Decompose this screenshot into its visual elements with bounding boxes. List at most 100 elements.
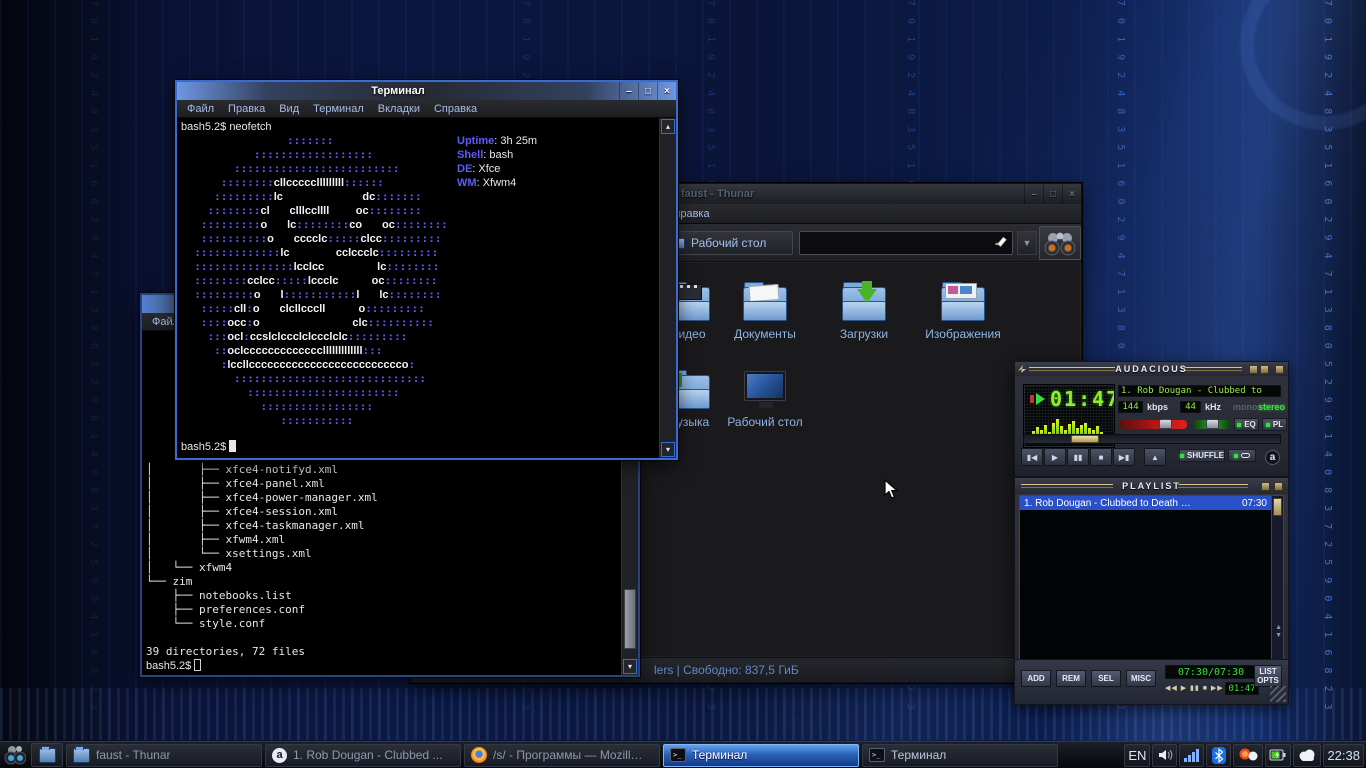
- playlist-scroll-arrows[interactable]: ▲ ▼: [1275, 624, 1282, 640]
- audacious-playlist-window: PLAYLIST 1. Rob Dougan - Clubbed to Deat…: [1014, 477, 1289, 705]
- pause-indicator: [1030, 395, 1034, 403]
- minimize-button[interactable]: –: [619, 82, 638, 100]
- playlist-entry[interactable]: 1. Rob Dougan - Clubbed to Death … 07:30: [1020, 496, 1271, 510]
- transport-controls: ▮◀ ▶ ▮▮ ■ ▶▮ ▲: [1021, 448, 1166, 466]
- scroll-down-icon[interactable]: ▾: [623, 659, 637, 674]
- bluetooth-tray-item[interactable]: [1206, 743, 1232, 767]
- minimize-button[interactable]: –: [1024, 184, 1043, 204]
- resize-grip[interactable]: [1270, 686, 1286, 702]
- close-button[interactable]: [1274, 482, 1283, 491]
- seek-bar[interactable]: [1023, 434, 1281, 444]
- titlebar-ornament: [1178, 484, 1248, 488]
- samplerate-display: 44: [1180, 401, 1201, 413]
- menu-file[interactable]: Файл: [181, 102, 220, 116]
- menu-terminal[interactable]: Терминал: [307, 102, 370, 116]
- network-tray-item[interactable]: [1179, 743, 1205, 767]
- file-manager-launcher[interactable]: [31, 743, 63, 767]
- menu-edit[interactable]: Правка: [222, 102, 271, 116]
- maximize-button[interactable]: □: [638, 82, 657, 100]
- neofetch-info: Uptime: 3h 25m Shell: bash DE: Xfce WM: …: [457, 135, 538, 189]
- audacious-titlebar[interactable]: AUDACIOUS: [1015, 362, 1288, 376]
- path-input[interactable]: [799, 231, 1013, 255]
- bitrate-display: 144: [1118, 401, 1143, 413]
- search-button[interactable]: [1039, 226, 1081, 260]
- shade-button[interactable]: [1260, 365, 1269, 374]
- close-button[interactable]: ×: [1062, 184, 1081, 204]
- keyboard-layout-indicator[interactable]: EN: [1124, 743, 1151, 767]
- scroll-up-icon[interactable]: ▴: [661, 119, 675, 134]
- location-button[interactable]: Рабочий стол: [661, 231, 793, 255]
- task-terminal[interactable]: >_ Терминал: [862, 743, 1058, 767]
- pause-button[interactable]: ▮▮: [1067, 448, 1089, 466]
- menu-view[interactable]: Вид: [273, 102, 305, 116]
- volume-thumb[interactable]: [1159, 419, 1172, 429]
- close-button[interactable]: [1275, 365, 1284, 374]
- scroll-down-icon[interactable]: ▾: [661, 442, 675, 457]
- equalizer-button[interactable]: EQ: [1234, 418, 1259, 431]
- volume-slider[interactable]: [1119, 419, 1187, 429]
- list-options-button[interactable]: LIST OPTS: [1254, 665, 1282, 687]
- lamp-icon: [1239, 748, 1258, 761]
- shuffle-button[interactable]: SHUFFLE: [1179, 449, 1225, 462]
- previous-button[interactable]: ▮◀: [1021, 448, 1043, 466]
- stop-button[interactable]: ■: [1090, 448, 1112, 466]
- playlist-titlebar[interactable]: PLAYLIST: [1015, 478, 1288, 494]
- next-button[interactable]: ▶▮: [1113, 448, 1135, 466]
- task-firefox[interactable]: /s/ - Программы — Mozill…: [464, 743, 660, 767]
- task-audacious[interactable]: a 1. Rob Dougan - Clubbed ...: [265, 743, 461, 767]
- clock[interactable]: 22:38: [1323, 743, 1364, 767]
- song-title-marquee[interactable]: 1. Rob Dougan - Clubbed to: [1118, 385, 1281, 397]
- samplerate-unit: kHz: [1205, 402, 1222, 412]
- documents-folder-icon: [741, 279, 789, 323]
- audacious-icon: a: [272, 747, 287, 763]
- path-dropdown-button[interactable]: ▼: [1017, 231, 1037, 255]
- app-finder-launcher[interactable]: [2, 743, 28, 767]
- remove-button[interactable]: REM: [1056, 670, 1086, 687]
- scrollbar-thumb[interactable]: [624, 589, 636, 649]
- misc-button[interactable]: MISC: [1126, 670, 1156, 687]
- add-button[interactable]: ADD: [1021, 670, 1051, 687]
- system-tray: EN 22:38: [1124, 743, 1364, 767]
- weather-tray-item[interactable]: [1293, 743, 1322, 767]
- titlebar-ornament: [1021, 484, 1113, 488]
- menu-help[interactable]: Справка: [428, 102, 483, 116]
- minimize-button[interactable]: [1249, 365, 1258, 374]
- redshift-tray-item[interactable]: [1233, 743, 1264, 767]
- file-item-downloads[interactable]: Загрузки: [816, 279, 912, 341]
- bitrate-unit: kbps: [1147, 402, 1169, 412]
- eject-button[interactable]: ▲: [1144, 448, 1166, 466]
- menu-tabs[interactable]: Вкладки: [372, 102, 426, 116]
- repeat-button[interactable]: [1228, 449, 1256, 462]
- volume-tray-item[interactable]: [1152, 743, 1178, 767]
- task-terminal-active[interactable]: >_ Терминал: [663, 743, 859, 767]
- scrollbar-thumb[interactable]: [1273, 498, 1282, 516]
- balance-slider[interactable]: [1193, 419, 1231, 429]
- command-line: bash5.2$ neofetch: [181, 121, 272, 133]
- task-thunar[interactable]: faust - Thunar: [66, 743, 262, 767]
- terminal-front-titlebar[interactable]: Терминал – □ ×: [177, 82, 676, 100]
- binoculars-icon: [1044, 232, 1076, 256]
- playlist-list[interactable]: 1. Rob Dougan - Clubbed to Death … 07:30: [1019, 495, 1272, 660]
- file-item-pictures[interactable]: Изображения: [915, 279, 1011, 341]
- file-item-documents[interactable]: Документы: [717, 279, 813, 341]
- mono-indicator: mono: [1233, 402, 1258, 412]
- select-button[interactable]: SEL: [1091, 670, 1121, 687]
- play-button[interactable]: ▶: [1044, 448, 1066, 466]
- taskbar-panel: faust - Thunar a 1. Rob Dougan - Clubbed…: [0, 741, 1366, 768]
- close-button[interactable]: ×: [657, 82, 676, 100]
- terminal-front-content[interactable]: bash5.2$ neofetch ::::::: ::::::::::::::…: [177, 118, 659, 458]
- playlist-time-display: 07:30/07:30: [1165, 665, 1257, 679]
- shade-button[interactable]: [1261, 482, 1270, 491]
- seek-thumb[interactable]: [1071, 435, 1099, 443]
- maximize-button[interactable]: □: [1043, 184, 1062, 204]
- neofetch-ascii-logo: ::::::: :::::::::::::::::: :::::::::::::…: [194, 134, 448, 427]
- playlist-toggle-button[interactable]: PL: [1262, 418, 1287, 431]
- balance-thumb[interactable]: [1206, 419, 1219, 429]
- battery-icon: [1269, 749, 1286, 761]
- file-item-desktop[interactable]: Рабочий стол: [717, 367, 813, 429]
- pictures-folder-icon: [939, 279, 987, 323]
- bluetooth-icon: [1211, 746, 1226, 764]
- app-finder-icon: [4, 746, 26, 765]
- battery-tray-item[interactable]: [1265, 743, 1292, 767]
- terminal-front-scrollbar[interactable]: ▴ ▾: [659, 118, 676, 458]
